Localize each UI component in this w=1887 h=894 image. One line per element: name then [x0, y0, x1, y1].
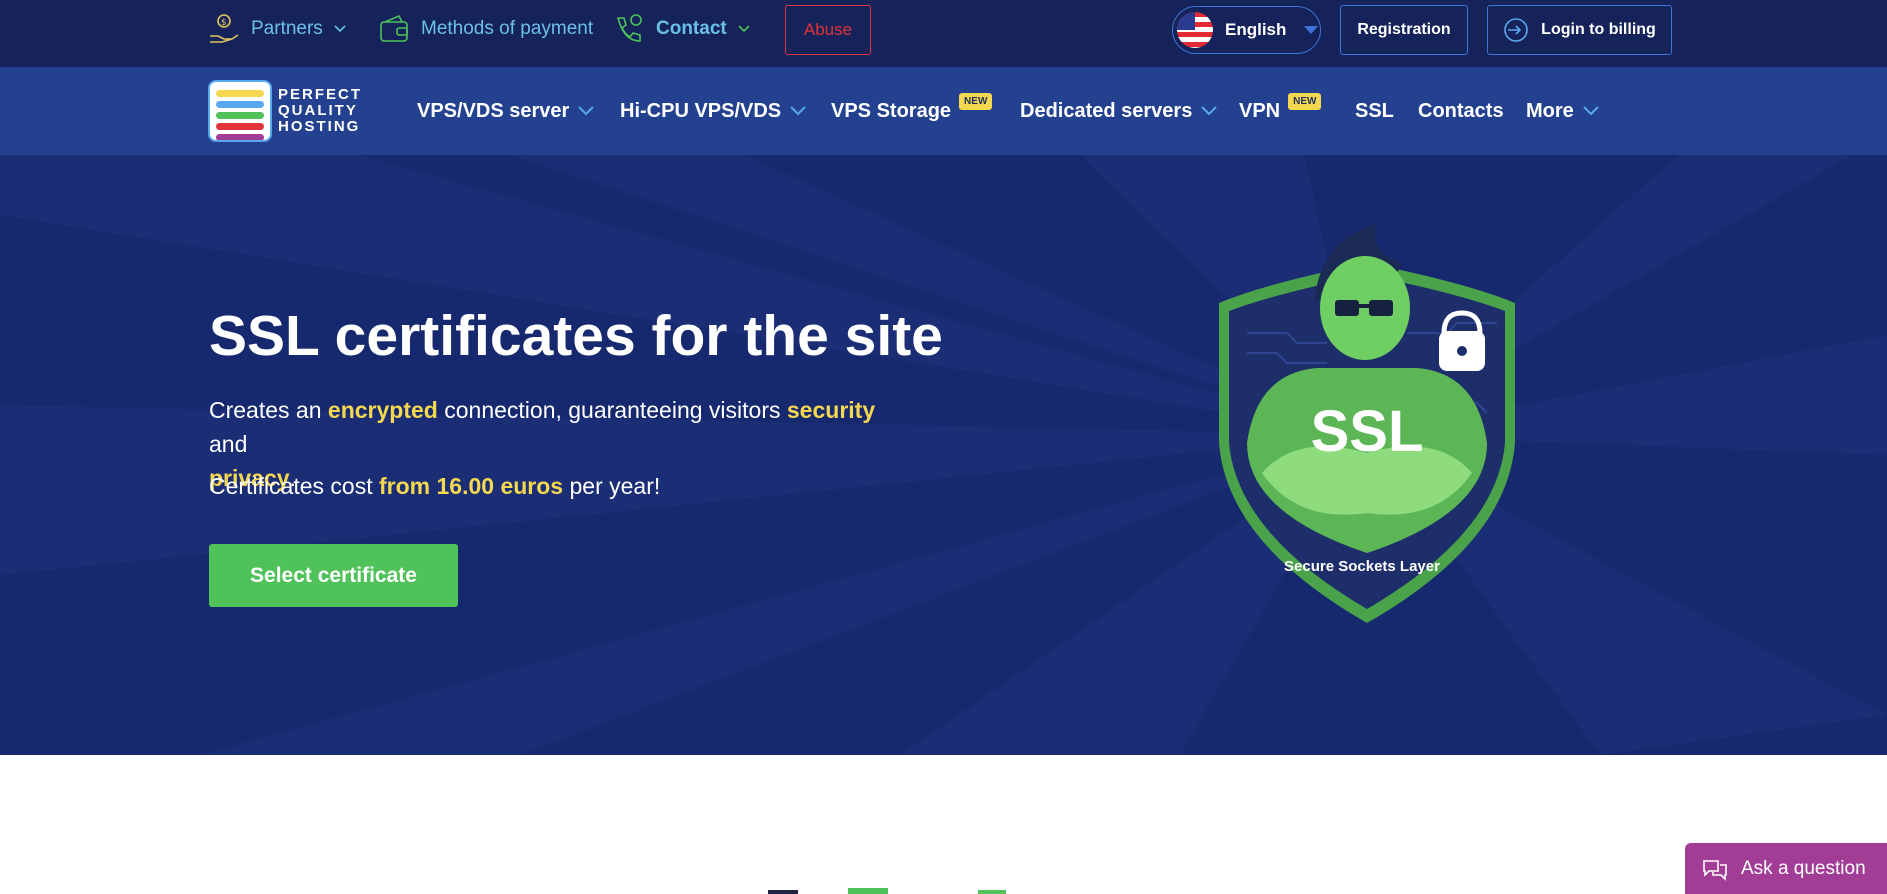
- chevron-down-icon: [790, 106, 806, 116]
- nav-item-more[interactable]: More: [1526, 67, 1600, 155]
- partners-label: Partners: [251, 18, 323, 39]
- chevron-down-icon: [334, 25, 346, 33]
- nav-item-hi-cpu[interactable]: Hi-CPU VPS/VDS: [620, 67, 807, 155]
- logo-mark-icon: [208, 80, 272, 142]
- phone-icon: [612, 12, 646, 46]
- chat-bubbles-icon: [1703, 859, 1727, 881]
- nav-item-dedicated[interactable]: Dedicated servers: [1020, 67, 1218, 155]
- chevron-down-icon: [1583, 106, 1599, 116]
- hero-title: SSL certificates for the site: [209, 304, 943, 368]
- hero-price-text: Certificates cost from 16.00 euros per y…: [209, 473, 661, 499]
- contact-label: Contact: [656, 18, 727, 39]
- hero-section: SSL certificates for the site Creates an…: [0, 155, 1887, 755]
- new-badge: NEW: [1288, 92, 1322, 110]
- language-label: English: [1225, 20, 1287, 39]
- shield-caption: Secure Sockets Layer: [1284, 558, 1440, 575]
- language-selector[interactable]: English: [1172, 6, 1321, 54]
- login-label: Login to billing: [1541, 21, 1656, 38]
- nav-item-label: VPN: [1239, 99, 1281, 122]
- nav-item-vpn[interactable]: VPN NEW: [1239, 67, 1322, 155]
- logo-wordmark: PERFECT QUALITY HOSTING: [278, 86, 363, 135]
- registration-label: Registration: [1357, 21, 1451, 38]
- methods-of-payment-link[interactable]: Methods of payment: [377, 0, 593, 58]
- top-bar: $ Partners Methods of payment Contact Ab…: [0, 0, 1887, 67]
- select-certificate-button[interactable]: Select certificate: [209, 544, 458, 607]
- login-arrow-icon: [1504, 18, 1528, 42]
- nav-item-contacts[interactable]: Contacts: [1418, 67, 1504, 155]
- svg-text:$: $: [221, 18, 227, 28]
- site-logo[interactable]: PERFECT QUALITY HOSTING: [208, 79, 388, 143]
- select-certificate-label: Select certificate: [250, 563, 417, 587]
- ssl-shield-illustration: SSL Secure Sockets Layer: [1219, 223, 1515, 623]
- new-badge: NEW: [959, 92, 993, 110]
- methods-of-payment-label: Methods of payment: [421, 18, 594, 39]
- main-navigation: PERFECT QUALITY HOSTING VPS/VDS server H…: [0, 67, 1887, 155]
- contact-link[interactable]: Contact: [612, 0, 751, 58]
- section-heading-cropped: [768, 888, 1006, 894]
- chevron-down-icon: [578, 106, 595, 116]
- abuse-button[interactable]: Abuse: [785, 5, 871, 55]
- nav-item-label: Contacts: [1418, 99, 1504, 122]
- chevron-down-icon: [738, 25, 750, 33]
- caret-down-icon: [1304, 26, 1319, 34]
- abuse-label: Abuse: [803, 20, 853, 39]
- nav-item-label: VPS/VDS server: [417, 99, 570, 122]
- hand-coin-icon: $: [207, 12, 241, 46]
- shield-ssl-text: SSL: [1311, 399, 1424, 464]
- nav-item-vps-storage[interactable]: VPS Storage NEW: [831, 67, 993, 155]
- nav-item-vps-vds[interactable]: VPS/VDS server: [417, 67, 595, 155]
- login-to-billing-button[interactable]: Login to billing: [1487, 5, 1672, 55]
- us-flag-icon: [1177, 12, 1213, 48]
- nav-item-label: VPS Storage: [831, 99, 952, 122]
- ask-question-button[interactable]: Ask a question: [1685, 843, 1887, 894]
- wallet-icon: [377, 12, 411, 46]
- ask-question-label: Ask a question: [1741, 857, 1866, 879]
- nav-item-label: Hi-CPU VPS/VDS: [620, 99, 782, 122]
- registration-button[interactable]: Registration: [1340, 5, 1468, 55]
- partners-link[interactable]: $ Partners: [207, 0, 347, 58]
- nav-item-label: More: [1526, 99, 1574, 122]
- nav-item-label: Dedicated servers: [1020, 99, 1193, 122]
- nav-item-label: SSL: [1355, 99, 1394, 122]
- nav-item-ssl[interactable]: SSL: [1355, 67, 1394, 155]
- chevron-down-icon: [1201, 106, 1218, 116]
